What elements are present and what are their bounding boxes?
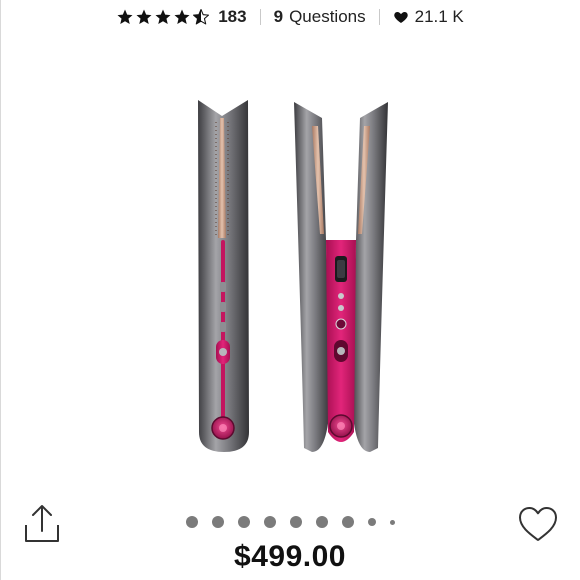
carousel-dot[interactable] [367, 518, 376, 526]
star-icon [136, 9, 152, 24]
divider [378, 9, 380, 25]
like-button[interactable] [517, 505, 559, 543]
rating-stars[interactable] [116, 8, 210, 26]
review-count[interactable]: 183 [218, 7, 246, 27]
heart-outline-icon [519, 507, 557, 541]
carousel-dot[interactable] [237, 516, 250, 528]
half-star-icon [193, 8, 210, 25]
carousel-dot[interactable] [315, 516, 328, 528]
straightener-closed [198, 100, 249, 452]
questions-label[interactable]: Questions [289, 7, 366, 27]
question-count[interactable]: 9 [274, 7, 283, 27]
straightener-open [294, 102, 388, 452]
carousel-dot[interactable] [389, 519, 395, 525]
heart-filled-icon [393, 12, 408, 23]
star-icon [174, 9, 190, 24]
carousel-dot[interactable] [263, 516, 276, 528]
divider [259, 9, 261, 25]
likes-count[interactable]: 21.1 K [415, 7, 464, 27]
product-photo[interactable] [0, 60, 580, 490]
star-icon [117, 9, 133, 24]
image-carousel-indicator [0, 515, 580, 529]
carousel-dot[interactable] [341, 516, 354, 528]
star-icon [155, 9, 171, 24]
carousel-dot[interactable] [211, 516, 224, 528]
carousel-dot[interactable] [289, 516, 302, 528]
price: $499.00 [234, 540, 346, 573]
listing-stats-bar: 183 9 Questions 21.1 K [0, 0, 580, 34]
carousel-dot[interactable] [185, 516, 198, 528]
